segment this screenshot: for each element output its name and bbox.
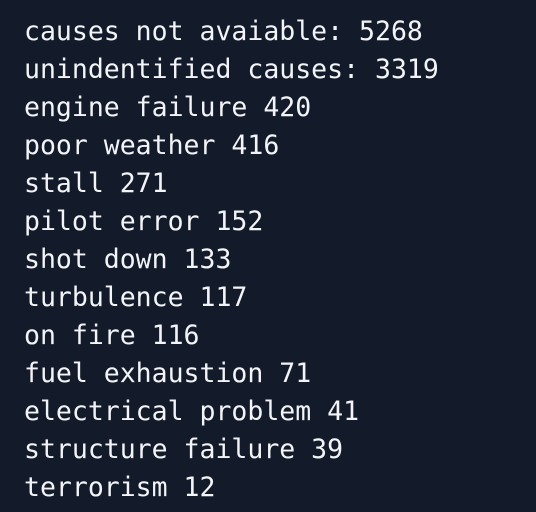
output-line-engine-failure: engine failure 420	[24, 92, 312, 123]
output-line-pilot-error: pilot error 152	[24, 206, 264, 237]
output-line-turbulence: turbulence 117	[24, 282, 248, 313]
output-line-shot-down: shot down 133	[24, 244, 232, 275]
output-line-structure-failure: structure failure 39	[24, 434, 344, 465]
output-line-poor-weather: poor weather 416	[24, 130, 280, 161]
output-line-terrorism: terrorism 12	[24, 472, 216, 503]
output-line-stall: stall 271	[24, 168, 168, 199]
output-line-unidentified-causes: unindentified causes: 3319	[24, 54, 439, 85]
output-line-fuel-exhaustion: fuel exhaustion 71	[24, 358, 312, 389]
output-line-electrical-problem: electrical problem 41	[24, 396, 360, 427]
terminal-output: causes not avaiable: 5268 unindentified …	[0, 0, 536, 512]
output-line-on-fire: on fire 116	[24, 320, 200, 351]
output-line-causes-not-available: causes not avaiable: 5268	[24, 16, 423, 47]
